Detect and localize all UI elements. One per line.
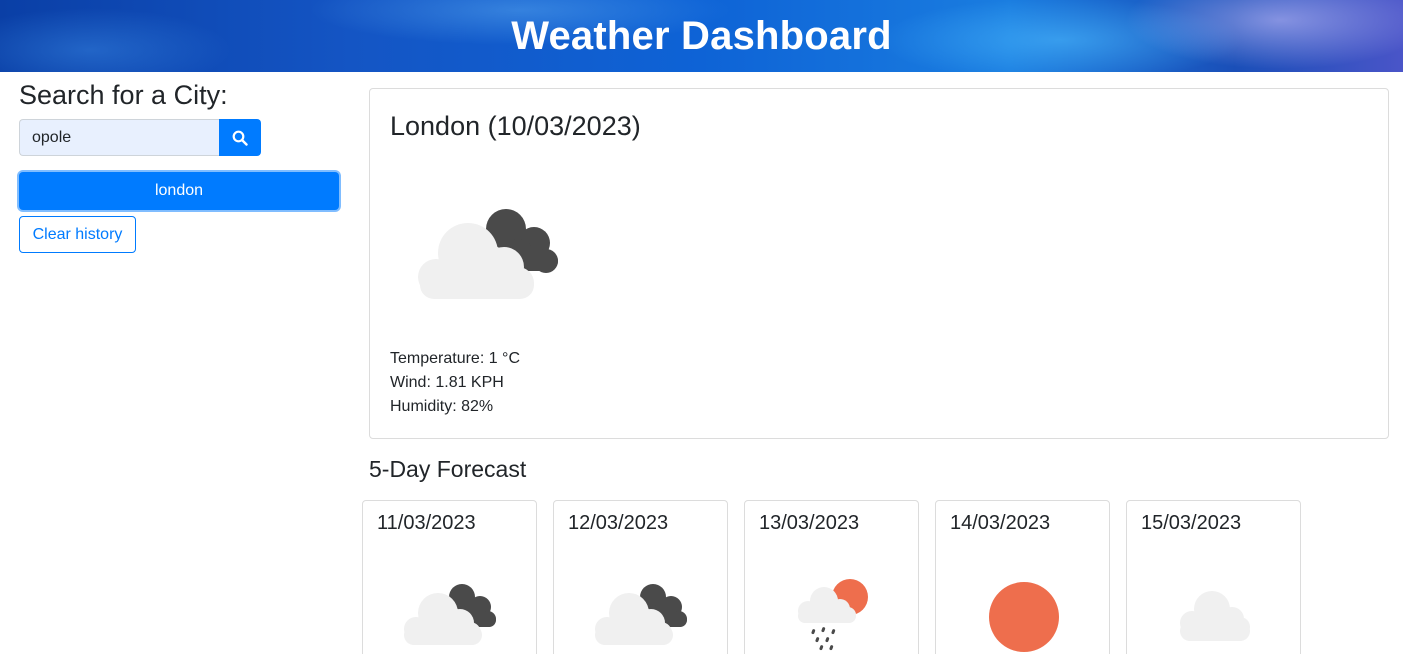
forecast-card: 13/03/2023 bbox=[744, 500, 919, 654]
forecast-date: 13/03/2023 bbox=[759, 512, 860, 534]
forecast-card: 14/03/2023 bbox=[935, 500, 1110, 654]
forecast-card: 12/03/2023 bbox=[553, 500, 728, 654]
broken-clouds-icon bbox=[418, 209, 558, 299]
city-search-input[interactable] bbox=[19, 119, 219, 156]
search-button[interactable] bbox=[219, 119, 261, 156]
forecast-date: 11/03/2023 bbox=[377, 512, 476, 534]
broken-clouds-icon bbox=[595, 584, 687, 645]
current-weather-card: London (10/03/2023) Temperature: 1 °C Wi… bbox=[369, 88, 1389, 439]
forecast-card: 15/03/2023 bbox=[1126, 500, 1301, 654]
forecast-date: 15/03/2023 bbox=[1141, 512, 1242, 534]
humidity-text: Humidity: 82% bbox=[390, 398, 494, 415]
clear-history-button[interactable]: Clear history bbox=[19, 216, 136, 253]
forecast-card: 11/03/2023 bbox=[362, 500, 537, 654]
search-form bbox=[19, 119, 261, 156]
forecast-heading: 5-Day Forecast bbox=[369, 456, 527, 482]
current-city-title: London (10/03/2023) bbox=[390, 111, 641, 141]
history-city-button[interactable]: london bbox=[19, 172, 339, 210]
page-title: Weather Dashboard bbox=[511, 13, 892, 58]
forecast-date: 12/03/2023 bbox=[568, 512, 669, 534]
search-heading: Search for a City: bbox=[19, 80, 228, 110]
search-icon bbox=[232, 130, 248, 146]
broken-clouds-icon bbox=[404, 584, 496, 645]
current-weather-stats: Temperature: 1 °C Wind: 1.81 KPH Humidit… bbox=[390, 347, 520, 419]
forecast-date: 14/03/2023 bbox=[950, 512, 1051, 534]
temperature-text: Temperature: 1 °C bbox=[390, 350, 521, 367]
header-banner: Weather Dashboard bbox=[0, 0, 1403, 72]
rain-sun-icon bbox=[798, 579, 868, 651]
cloud-icon bbox=[1180, 591, 1250, 641]
wind-text: Wind: 1.81 KPH bbox=[390, 374, 504, 391]
clear-sun-icon bbox=[989, 582, 1059, 652]
